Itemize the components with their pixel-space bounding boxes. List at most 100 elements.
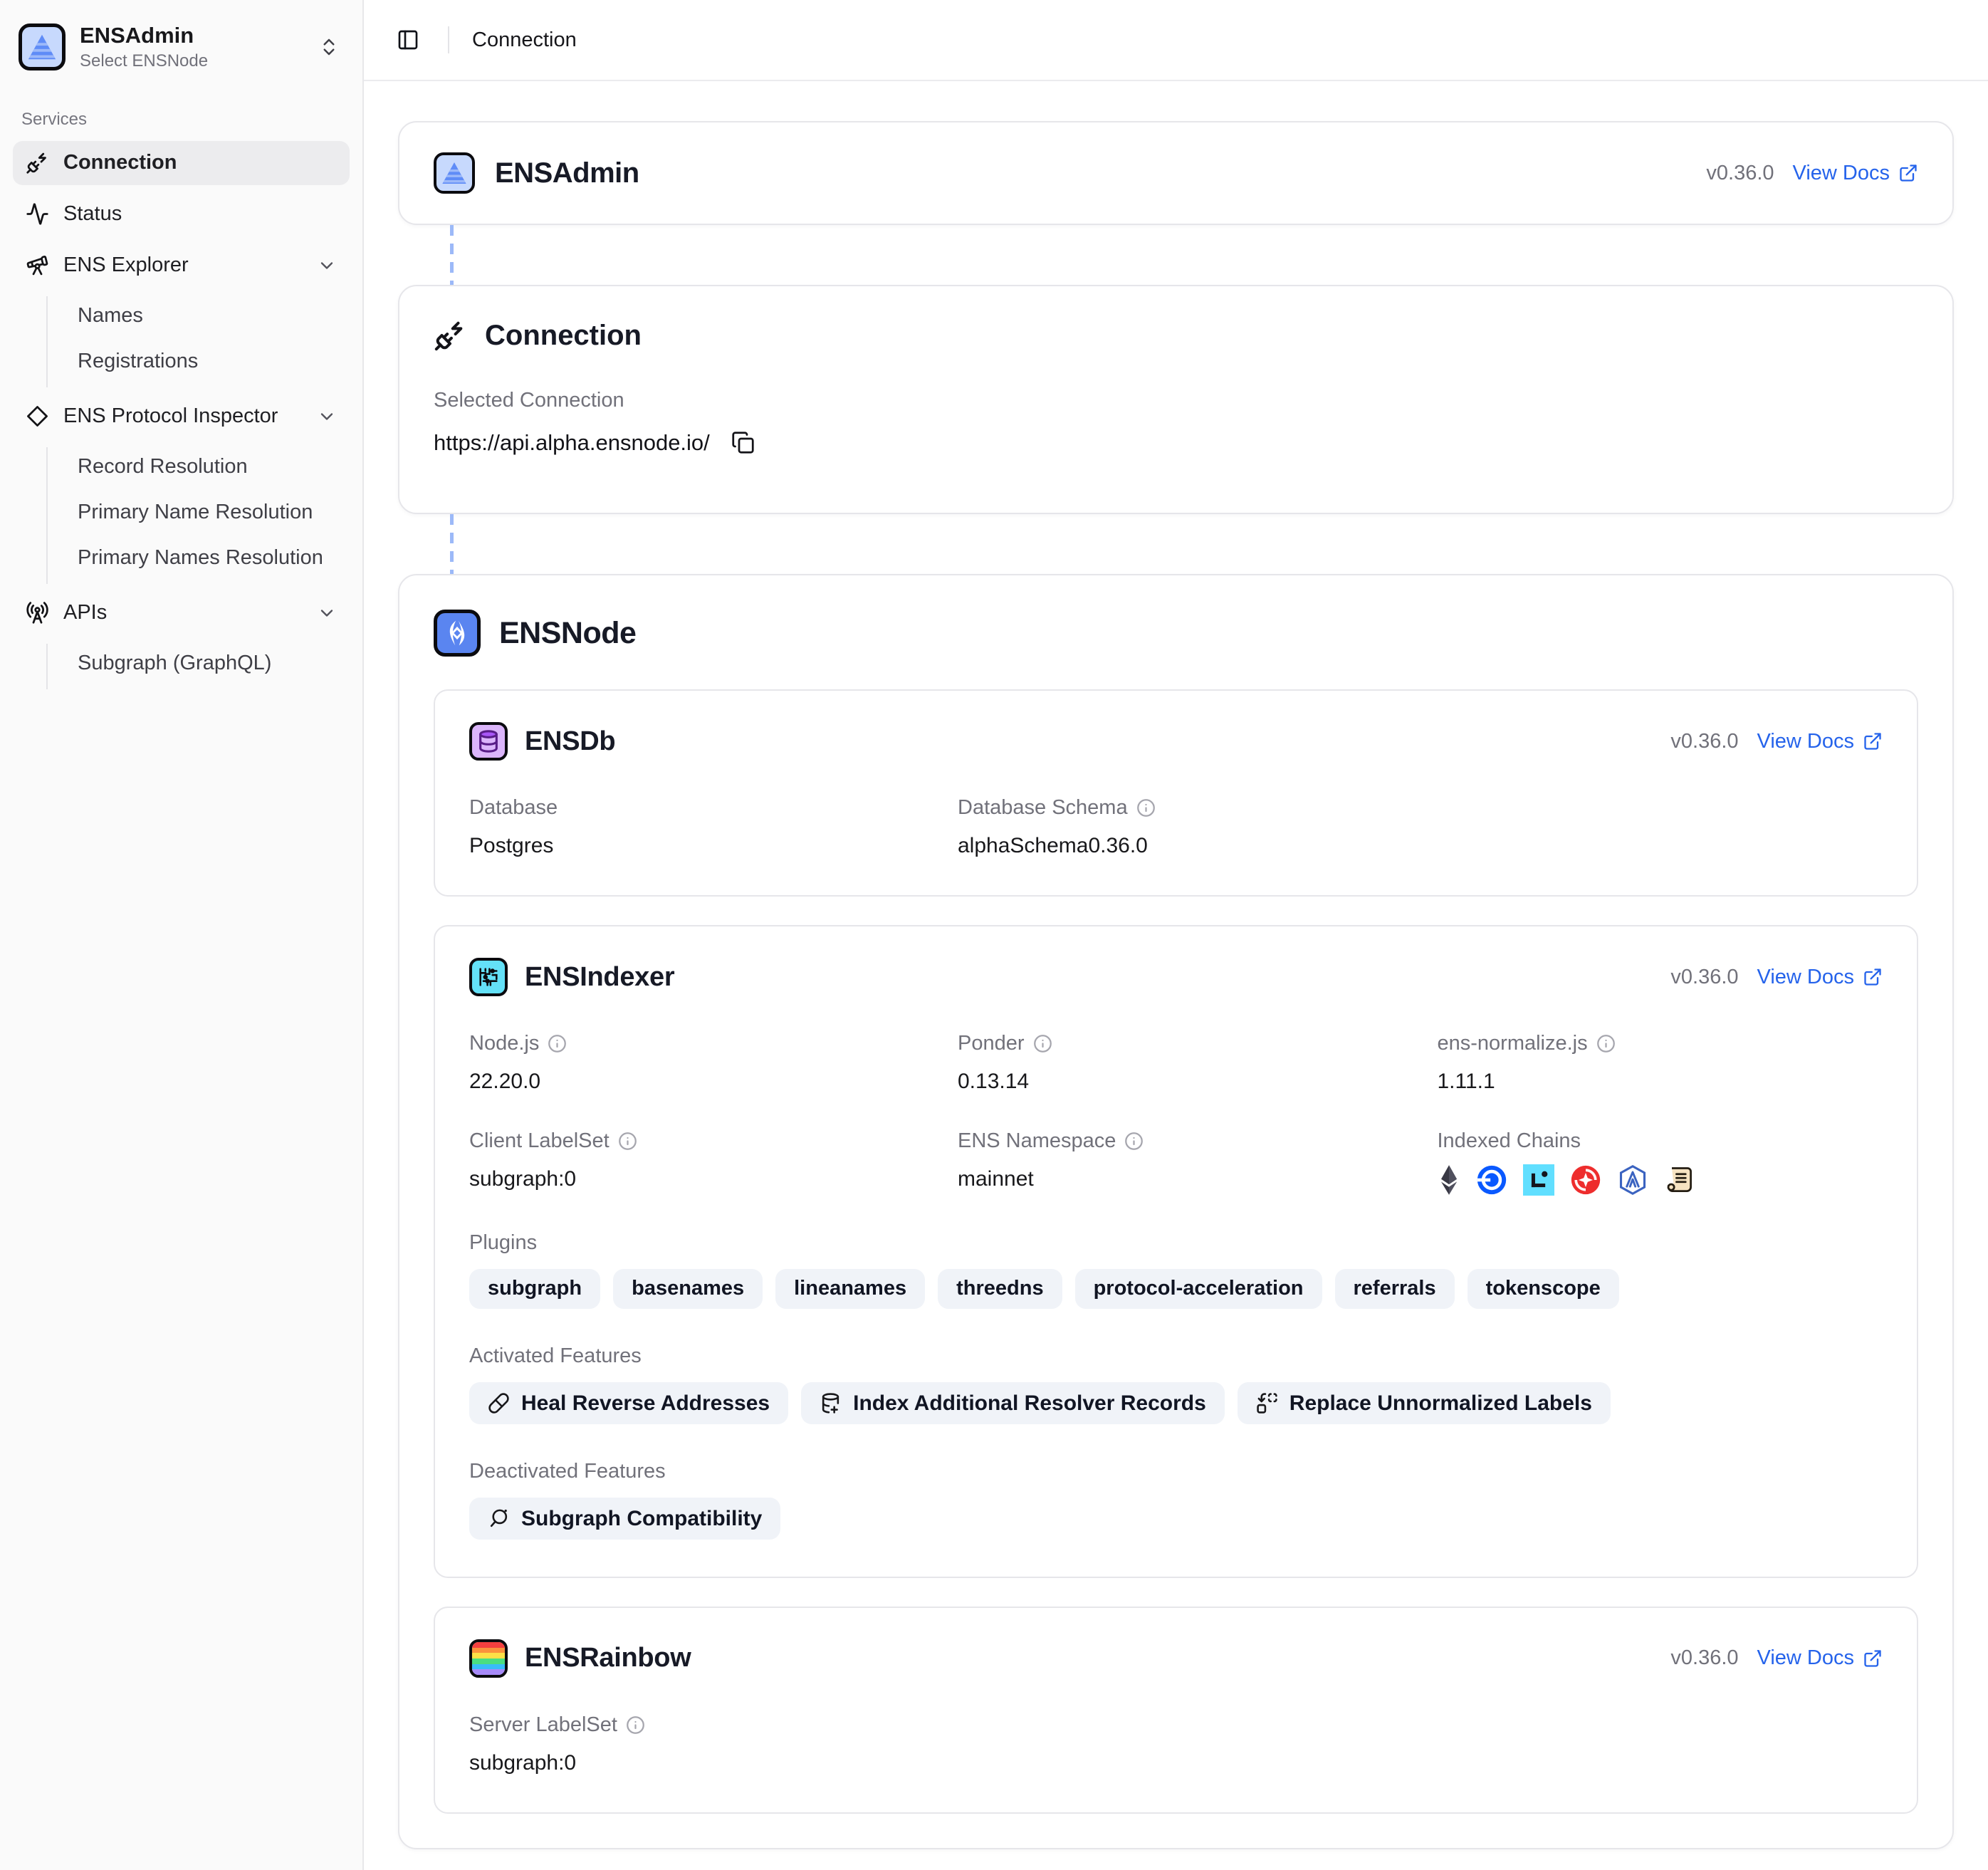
info-icon[interactable] — [1033, 1034, 1052, 1053]
activated-features-badges: Heal Reverse Addresses Index Additional … — [469, 1382, 1883, 1424]
info-icon[interactable] — [1136, 798, 1156, 818]
activity-icon — [26, 202, 49, 226]
field-ens-normalize: ens-normalize.js 1.11.1 — [1438, 1032, 1883, 1094]
feature-badge: Heal Reverse Addresses — [469, 1382, 788, 1424]
sidebar-toggle-button[interactable] — [391, 23, 425, 57]
connection-card: Connection Selected Connection https://a… — [398, 285, 1954, 514]
plugins-badges: subgraph basenames lineanames threedns p… — [469, 1269, 1883, 1309]
view-docs-link[interactable]: View Docs — [1757, 730, 1883, 753]
version-text: v0.36.0 — [1706, 162, 1774, 185]
info-icon[interactable] — [626, 1715, 645, 1735]
ensadmin-logo-icon — [434, 152, 475, 194]
card-title: ENSDb — [525, 726, 615, 757]
ensnode-card: ENSNode ENSDb v0.36.0 — [398, 574, 1954, 1849]
chevron-down-icon — [317, 407, 337, 427]
deactivated-features-badges: Subgraph Compatibility — [469, 1498, 1883, 1540]
plugin-badge: referrals — [1335, 1269, 1455, 1309]
ens-explorer-subnav: Names Registrations — [46, 296, 350, 387]
plug-zap-icon — [26, 151, 49, 174]
field-database: Database Postgres — [469, 796, 924, 858]
chevron-down-icon — [317, 256, 337, 276]
ensdb-logo-icon — [469, 722, 508, 761]
external-link-icon — [1863, 731, 1883, 751]
info-icon[interactable] — [1596, 1034, 1616, 1053]
external-link-icon — [1863, 1649, 1883, 1668]
sidebar-item-status[interactable]: Status — [13, 192, 350, 236]
activated-features-label: Activated Features — [469, 1344, 1883, 1368]
version-text: v0.36.0 — [1670, 966, 1738, 989]
linea-icon — [1523, 1164, 1554, 1196]
card-title: ENSRainbow — [525, 1643, 691, 1673]
sidebar-item-registrations[interactable]: Registrations — [69, 342, 350, 382]
indexed-chains-row — [1438, 1164, 1883, 1196]
ensnode-logo-icon — [434, 610, 481, 657]
view-docs-link[interactable]: View Docs — [1793, 162, 1918, 185]
services-section-label: Services — [21, 110, 341, 130]
sidebar-item-ens-explorer[interactable]: ENS Explorer — [13, 244, 350, 288]
sidebar-item-label: Status — [63, 202, 122, 226]
field-indexed-chains: Indexed Chains — [1438, 1129, 1883, 1196]
ensadmin-logo-icon — [19, 23, 66, 70]
ens-protocol-inspector-subnav: Record Resolution Primary Name Resolutio… — [46, 447, 350, 584]
plugins-label: Plugins — [469, 1231, 1883, 1255]
plugin-badge: tokenscope — [1468, 1269, 1619, 1309]
ensrainbow-card: ENSRainbow v0.36.0 View Docs — [434, 1607, 1918, 1814]
feature-badge: Replace Unnormalized Labels — [1238, 1382, 1611, 1424]
plugin-badge: lineanames — [775, 1269, 925, 1309]
radio-tower-icon — [26, 601, 49, 625]
view-docs-link[interactable]: View Docs — [1757, 1646, 1883, 1670]
selected-connection-label: Selected Connection — [434, 389, 1918, 412]
plugin-badge: subgraph — [469, 1269, 600, 1309]
ensrainbow-logo-icon — [469, 1639, 508, 1678]
chevrons-up-down-icon[interactable] — [314, 32, 344, 62]
flow-connector — [450, 225, 454, 285]
sidebar-item-names[interactable]: Names — [69, 296, 350, 336]
main-area: Connection ENSAdmin — [364, 0, 1988, 1870]
sidebar-item-primary-names-resolution[interactable]: Primary Names Resolution — [69, 538, 350, 578]
search-icon — [488, 1508, 510, 1530]
database-plus-icon — [820, 1392, 842, 1414]
connection-url: https://api.alpha.ensnode.io/ — [434, 430, 710, 456]
view-docs-link[interactable]: View Docs — [1757, 966, 1883, 989]
diamond-icon — [26, 404, 49, 428]
sidebar-item-label: APIs — [63, 601, 107, 625]
sidebar-item-record-resolution[interactable]: Record Resolution — [69, 447, 350, 487]
plugin-badge: threedns — [938, 1269, 1062, 1309]
ensnode-selector[interactable]: ENSAdmin Select ENSNode — [13, 16, 350, 78]
sidebar-item-label: ENS Explorer — [63, 254, 189, 277]
feature-badge: Subgraph Compatibility — [469, 1498, 780, 1540]
info-icon[interactable] — [618, 1132, 637, 1151]
topbar-divider — [448, 26, 449, 53]
copy-icon[interactable] — [728, 428, 758, 457]
sidebar-item-subgraph-graphql[interactable]: Subgraph (GraphQL) — [69, 644, 350, 684]
plug-zap-icon — [434, 319, 466, 352]
field-ponder: Ponder 0.13.14 — [958, 1032, 1403, 1094]
plugin-badge: basenames — [613, 1269, 763, 1309]
ensindexer-card: ENSIndexer v0.36.0 View Docs — [434, 925, 1918, 1578]
sidebar-item-ens-protocol-inspector[interactable]: ENS Protocol Inspector — [13, 395, 350, 439]
base-icon — [1476, 1164, 1507, 1196]
replace-icon — [1256, 1392, 1278, 1414]
sidebar-item-label: Connection — [63, 151, 177, 174]
field-client-labelset: Client LabelSet subgraph:0 — [469, 1129, 924, 1196]
pill-icon — [488, 1392, 510, 1414]
optimism-icon — [1570, 1164, 1601, 1196]
sidebar-item-primary-name-resolution[interactable]: Primary Name Resolution — [69, 493, 350, 533]
ensindexer-logo-icon — [469, 958, 508, 996]
telescope-icon — [26, 254, 49, 277]
card-title: Connection — [485, 320, 642, 352]
card-title: ENSAdmin — [495, 157, 639, 189]
sidebar-item-apis[interactable]: APIs — [13, 591, 350, 635]
info-icon[interactable] — [1124, 1132, 1144, 1151]
ensdb-card: ENSDb v0.36.0 View Docs — [434, 689, 1918, 897]
sidebar-item-connection[interactable]: Connection — [13, 141, 350, 185]
topbar: Connection — [364, 0, 1988, 81]
external-link-icon — [1898, 163, 1918, 183]
sidebar: ENSAdmin Select ENSNode Services Connect… — [0, 0, 364, 1870]
breadcrumb: Connection — [472, 28, 577, 52]
feature-badge: Index Additional Resolver Records — [801, 1382, 1225, 1424]
info-icon[interactable] — [548, 1034, 567, 1053]
external-link-icon — [1863, 967, 1883, 987]
card-title: ENSIndexer — [525, 962, 674, 993]
field-nodejs: Node.js 22.20.0 — [469, 1032, 924, 1094]
